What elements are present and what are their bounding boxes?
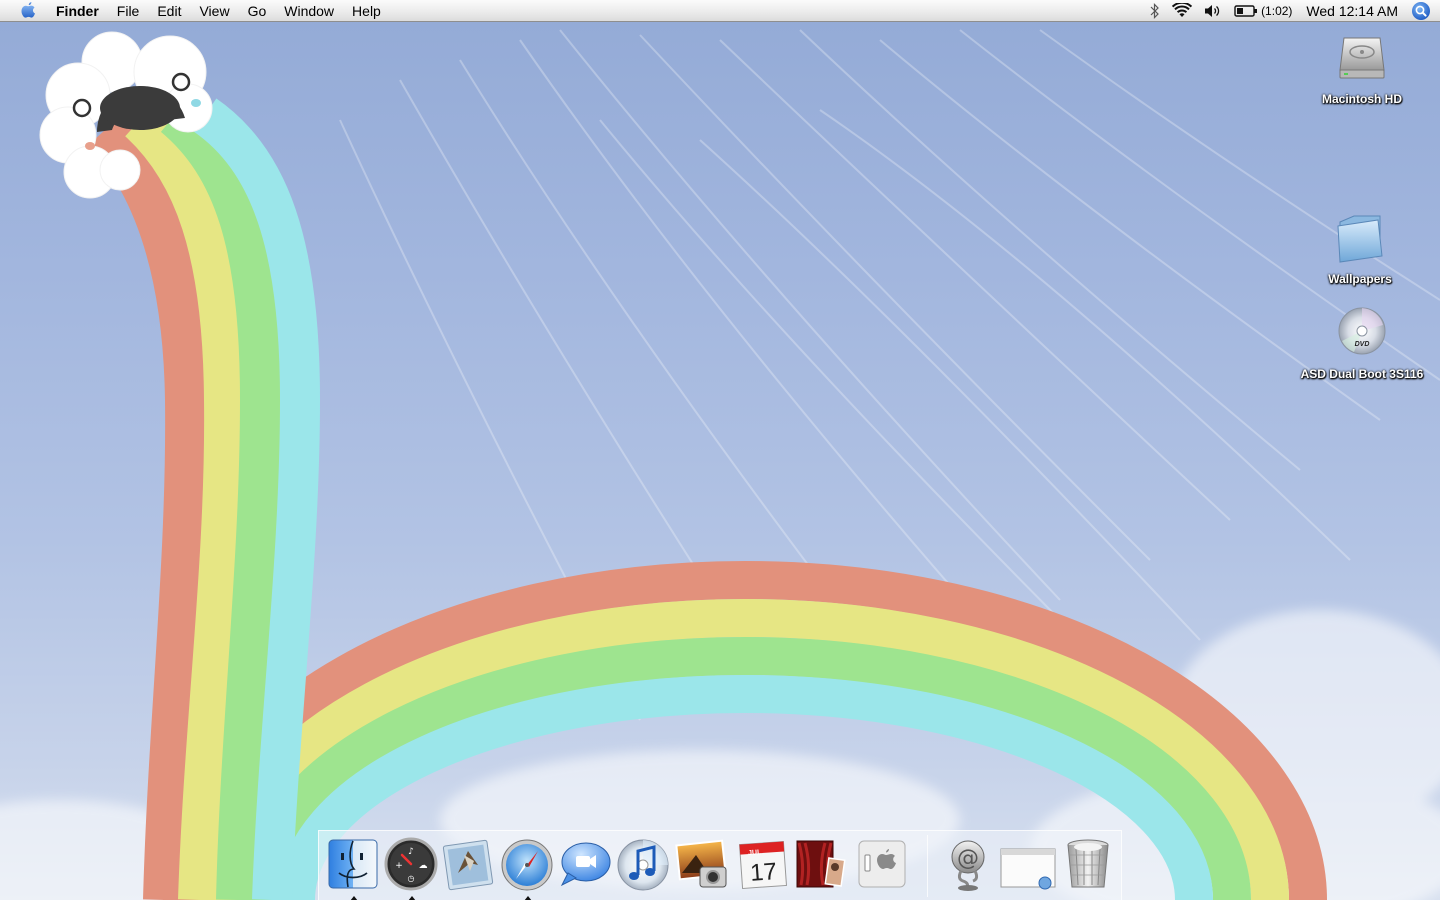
menu-go[interactable]: Go	[239, 0, 276, 22]
svg-text:◷: ◷	[408, 874, 415, 883]
svg-text:@: @	[957, 846, 979, 871]
finder-icon	[328, 839, 378, 889]
ical-icon: JUL 17	[738, 840, 788, 890]
running-indicator	[524, 896, 532, 900]
menu-window[interactable]: Window	[275, 0, 343, 22]
battery-status[interactable]: (1:02)	[1228, 0, 1298, 22]
dock-item-trash[interactable]	[1059, 835, 1117, 895]
wifi-status[interactable]	[1166, 0, 1198, 22]
menu-app-finder[interactable]: Finder	[56, 0, 108, 22]
at-sign-stack-icon: @	[951, 840, 985, 891]
trash-icon	[1067, 839, 1109, 888]
desktop-icon-macintosh-hd[interactable]: Macintosh HD	[1292, 30, 1432, 106]
dock-item-finder[interactable]	[324, 835, 382, 900]
spotlight-icon	[1412, 2, 1430, 20]
battery-icon	[1234, 5, 1258, 17]
menu-bar: Finder File Edit View Go Window Help (1:…	[0, 0, 1440, 22]
dock-item-minimized-window[interactable]	[999, 835, 1057, 895]
running-indicator	[350, 896, 358, 900]
iphoto-icon	[675, 839, 727, 888]
dock-item-bootcamp[interactable]	[853, 835, 911, 895]
dock-item-downloads[interactable]: @	[939, 835, 997, 895]
desktop[interactable]: Finder File Edit View Go Window Help (1:…	[0, 0, 1440, 900]
apple-menu[interactable]	[0, 0, 56, 22]
folder-icon	[1337, 215, 1383, 263]
menu-edit[interactable]: Edit	[148, 0, 190, 22]
desktop-icon-label: Wallpapers	[1328, 272, 1392, 286]
menu-file[interactable]: File	[108, 0, 149, 22]
dock-item-safari[interactable]	[498, 835, 556, 900]
bluetooth-icon	[1150, 3, 1159, 19]
desktop-icon-label: ASD Dual Boot 3S116	[1300, 367, 1424, 381]
dock-item-front-row[interactable]	[791, 835, 849, 895]
ichat-icon	[560, 842, 611, 887]
desktop-icon-dvd[interactable]: DVD ASD Dual Boot 3S116	[1292, 305, 1432, 381]
mail-icon	[442, 839, 494, 891]
apple-icon	[21, 1, 35, 18]
svg-text:♪: ♪	[408, 847, 414, 857]
battery-time: (1:02)	[1261, 4, 1293, 18]
dvd-icon: DVD	[1338, 307, 1386, 355]
dock-item-ichat[interactable]	[556, 835, 614, 895]
spotlight-button[interactable]	[1410, 0, 1432, 22]
safari-icon	[501, 839, 553, 891]
svg-text:+: +	[395, 861, 403, 871]
svg-text:☁: ☁	[419, 861, 428, 871]
dock: ♪ + ☁ ◷ JUL 17 @	[318, 830, 1122, 900]
menu-help[interactable]: Help	[343, 0, 390, 22]
rainbow-wallpaper	[0, 29, 1440, 900]
dock-separator	[927, 835, 928, 897]
menu-clock[interactable]: Wed 12:14 AM	[1298, 3, 1410, 19]
menu-view[interactable]: View	[190, 0, 238, 22]
bluetooth-status[interactable]	[1144, 0, 1166, 22]
dock-item-ical[interactable]: JUL 17	[733, 835, 791, 895]
itunes-icon	[617, 839, 669, 891]
ical-month: JUL	[748, 849, 762, 857]
dock-item-mail[interactable]	[440, 835, 498, 895]
volume-status[interactable]	[1198, 0, 1228, 22]
window-icon	[1000, 848, 1056, 890]
desktop-icon-label: Macintosh HD	[1321, 92, 1402, 106]
wifi-icon	[1172, 3, 1193, 17]
hard-drive-icon	[1339, 37, 1385, 79]
volume-icon	[1205, 5, 1220, 17]
front-row-icon	[796, 840, 846, 888]
dock-item-itunes[interactable]	[614, 835, 672, 895]
dashboard-icon: ♪ + ☁ ◷	[384, 837, 438, 891]
bootcamp-icon	[858, 840, 906, 888]
dvd-label: DVD	[1355, 341, 1370, 348]
dock-item-dashboard[interactable]: ♪ + ☁ ◷	[382, 835, 440, 900]
ical-day: 17	[749, 858, 778, 887]
desktop-icon-wallpapers[interactable]: Wallpapers	[1290, 210, 1430, 286]
dock-item-iphoto[interactable]	[674, 835, 732, 895]
running-indicator	[408, 896, 416, 900]
